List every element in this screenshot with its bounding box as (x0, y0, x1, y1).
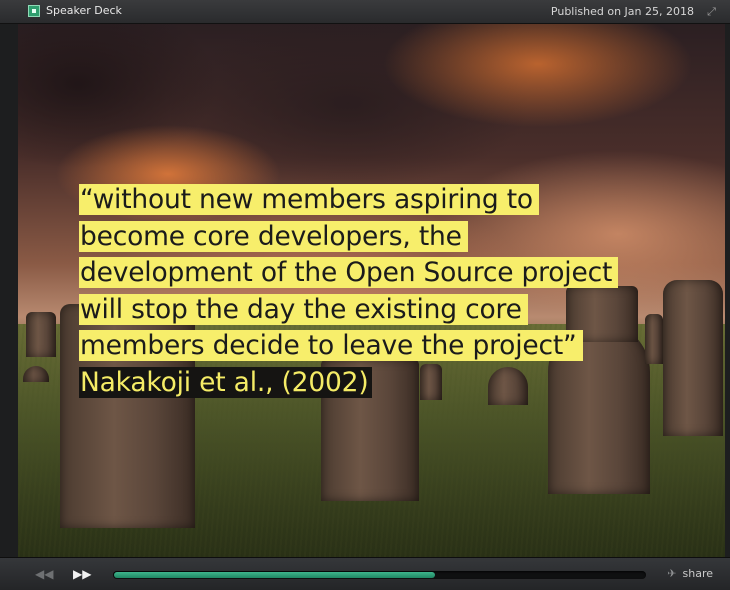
progress-fill (114, 572, 435, 578)
expand-icon[interactable]: ⤢ (705, 5, 718, 18)
quote-attribution: Nakakoji et al., (2002) (79, 365, 373, 402)
progress-bar[interactable] (113, 571, 646, 579)
speakerdeck-logo-link[interactable]: Speaker Deck (28, 4, 122, 17)
gravestone (26, 312, 56, 357)
published-date: Published on Jan 25, 2018 (550, 5, 694, 18)
speakerdeck-logo-icon (28, 4, 40, 17)
quote-line: “without new members aspiring to (79, 182, 539, 219)
brand-label: Speaker Deck (46, 4, 122, 17)
share-label: share (682, 567, 714, 580)
twitter-bird-icon: ✈ (667, 567, 677, 580)
quote-line: development of the Open Source project (79, 255, 619, 292)
quote-line: members decide to leave the project” (79, 328, 583, 365)
fast-forward-icon[interactable]: ▶▶ (73, 566, 91, 582)
slide-quote: “without new members aspiring to become … (79, 182, 699, 401)
quote-line: become core developers, the (79, 219, 468, 256)
slide-viewport[interactable]: “without new members aspiring to become … (18, 24, 725, 557)
speakerdeck-player: Speaker Deck Published on Jan 25, 2018 ⤢… (0, 0, 730, 590)
share-button[interactable]: ✈ share (667, 567, 713, 580)
rewind-icon[interactable]: ◀◀ (35, 566, 53, 582)
quote-line: will stop the day the existing core (79, 292, 528, 329)
player-controls: ◀◀ ▶▶ ✈ share (0, 557, 730, 590)
top-bar: Speaker Deck Published on Jan 25, 2018 ⤢ (0, 0, 730, 24)
